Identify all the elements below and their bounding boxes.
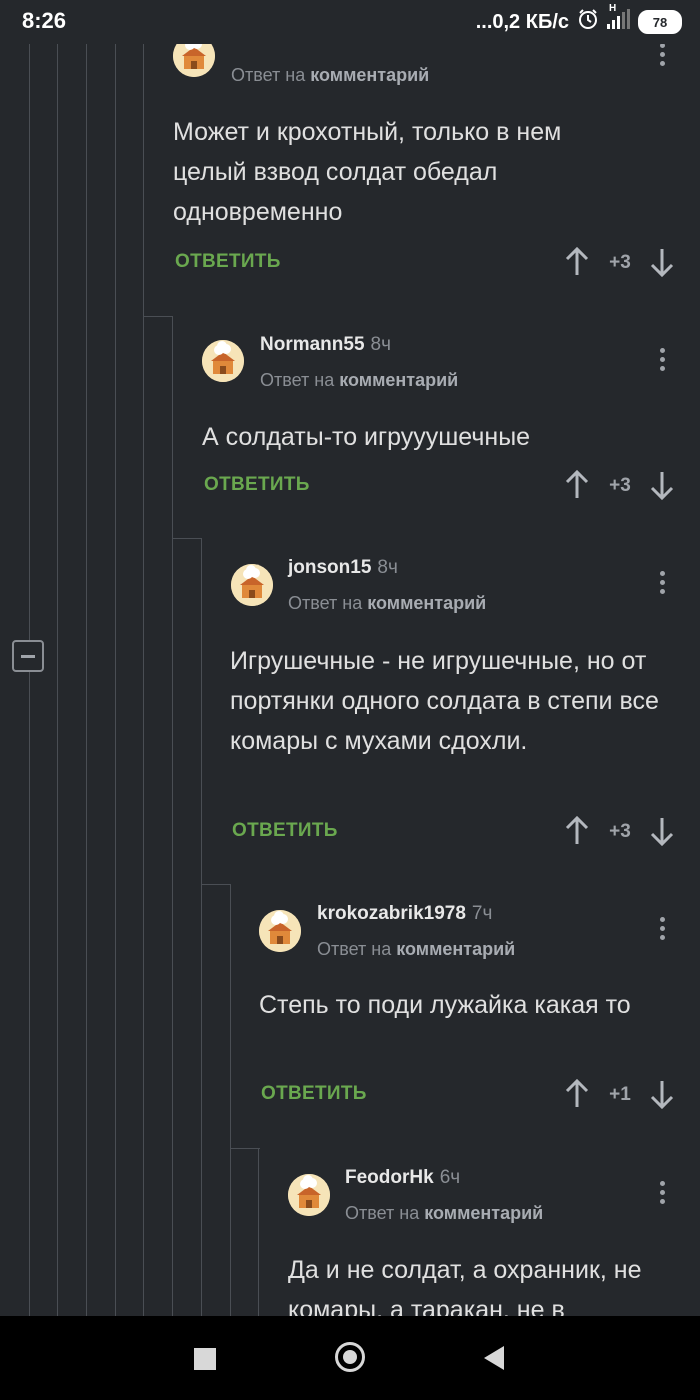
reply-to-link[interactable]: комментарий — [424, 1203, 543, 1223]
comment-text: А солдаты-то игрууушечные — [202, 423, 531, 451]
reply-button[interactable]: ОТВЕТИТЬ — [175, 251, 281, 273]
username[interactable]: jonson15 — [288, 557, 371, 578]
username[interactable]: krokozabrik1978 — [317, 903, 466, 924]
thread-line — [230, 1148, 231, 1316]
more-options-icon[interactable] — [652, 345, 672, 375]
comment-text: Игрушечные - не игрушечные, но от портян… — [230, 647, 659, 755]
username[interactable]: FeodorHk — [345, 1167, 434, 1188]
reply-to-label: Ответ на — [317, 939, 392, 959]
reply-button[interactable]: ОТВЕТИТЬ — [232, 820, 338, 842]
more-options-icon[interactable] — [652, 40, 672, 70]
comment-text: Может и крохотный, только в нем целый вз… — [173, 118, 562, 226]
more-options-icon[interactable] — [652, 914, 672, 944]
comment-time: 8ч — [377, 557, 398, 578]
comment-time: 6ч — [439, 1167, 461, 1188]
comment-time: 8ч — [370, 334, 391, 355]
comment-author[interactable]: krokozabrik1978 7ч — [317, 903, 492, 925]
thread-line — [86, 44, 87, 1316]
comment-author[interactable]: jonson15 8ч — [288, 557, 398, 579]
thread-line — [172, 538, 202, 539]
reply-to-label: Ответ на — [231, 65, 306, 85]
thread-line — [143, 316, 144, 1316]
reply-to-label: Ответ на — [288, 593, 363, 613]
reply-button[interactable]: ОТВЕТИТЬ — [261, 1083, 367, 1105]
status-indicators: ...0,2 КБ/с H 78 — [475, 3, 682, 36]
avatar[interactable] — [231, 564, 273, 606]
thread-line — [201, 538, 202, 884]
thread-line — [230, 1148, 260, 1149]
downvote-arrow-icon[interactable] — [649, 247, 675, 278]
thread-line — [115, 44, 116, 1316]
upvote-arrow-icon[interactable] — [564, 815, 590, 846]
reply-to: Ответ на комментарий — [345, 1203, 543, 1224]
upvote-arrow-icon[interactable] — [564, 246, 590, 277]
vote-score: +3 — [609, 821, 631, 842]
thread-line — [201, 884, 202, 1316]
avatar[interactable] — [259, 910, 301, 952]
home-icon[interactable] — [335, 1342, 365, 1372]
reply-to-link[interactable]: комментарий — [339, 370, 458, 390]
status-time: 8:26 — [22, 8, 67, 33]
downvote-arrow-icon[interactable] — [649, 1079, 675, 1110]
thread-line — [201, 884, 231, 885]
avatar[interactable] — [288, 1174, 330, 1216]
status-bar: 8:26 ...0,2 КБ/с H 78 — [0, 0, 700, 44]
avatar[interactable] — [202, 340, 244, 382]
thread-line — [172, 538, 173, 1316]
reply-to: Ответ на комментарий — [317, 939, 515, 960]
minus-icon — [21, 655, 35, 658]
network-type: H — [609, 3, 617, 14]
thread-line — [230, 884, 231, 1148]
upvote-arrow-icon[interactable] — [564, 1078, 590, 1109]
reply-to: Ответ на комментарий — [260, 370, 458, 391]
downvote-arrow-icon[interactable] — [649, 470, 675, 501]
reply-to-label: Ответ на — [260, 370, 335, 390]
reply-button[interactable]: ОТВЕТИТЬ — [204, 474, 310, 496]
recent-apps-icon[interactable] — [194, 1348, 216, 1370]
reply-to: Ответ на комментарий — [288, 593, 486, 614]
back-icon[interactable] — [484, 1346, 504, 1370]
reply-to-label: Ответ на — [345, 1203, 420, 1223]
downvote-arrow-icon[interactable] — [649, 816, 675, 847]
reply-to-link[interactable]: комментарий — [310, 65, 429, 85]
comment-author[interactable]: Normann55 8ч — [260, 334, 391, 356]
thread-line — [172, 316, 173, 538]
username[interactable]: Normann55 — [260, 334, 365, 355]
thread-line — [143, 316, 173, 317]
more-options-icon[interactable] — [652, 1178, 672, 1208]
vote-score: +3 — [609, 252, 631, 273]
more-options-icon[interactable] — [652, 568, 672, 598]
thread-line — [57, 44, 58, 1316]
system-navigation-bar — [0, 1316, 700, 1400]
comment-text: Степь то поди лужайка какая то — [259, 991, 631, 1019]
reply-to-link[interactable]: комментарий — [396, 939, 515, 959]
comment-time: 7ч — [471, 903, 493, 924]
reply-to: Ответ на комментарий — [231, 65, 429, 86]
thread-line — [143, 44, 144, 316]
reply-to-link[interactable]: комментарий — [367, 593, 486, 613]
signal-icon: H — [607, 3, 630, 35]
collapse-thread-button[interactable] — [12, 640, 44, 672]
comment-author[interactable]: FeodorHk 6ч — [345, 1167, 460, 1189]
vote-score: +3 — [609, 475, 631, 496]
upvote-arrow-icon[interactable] — [564, 469, 590, 500]
alarm-icon — [577, 8, 599, 36]
network-speed: ...0,2 КБ/с — [475, 10, 569, 33]
vote-score: +1 — [609, 1084, 631, 1105]
thread-line — [258, 1148, 259, 1316]
battery-indicator: 78 — [638, 10, 682, 34]
thread-line — [29, 44, 30, 1316]
